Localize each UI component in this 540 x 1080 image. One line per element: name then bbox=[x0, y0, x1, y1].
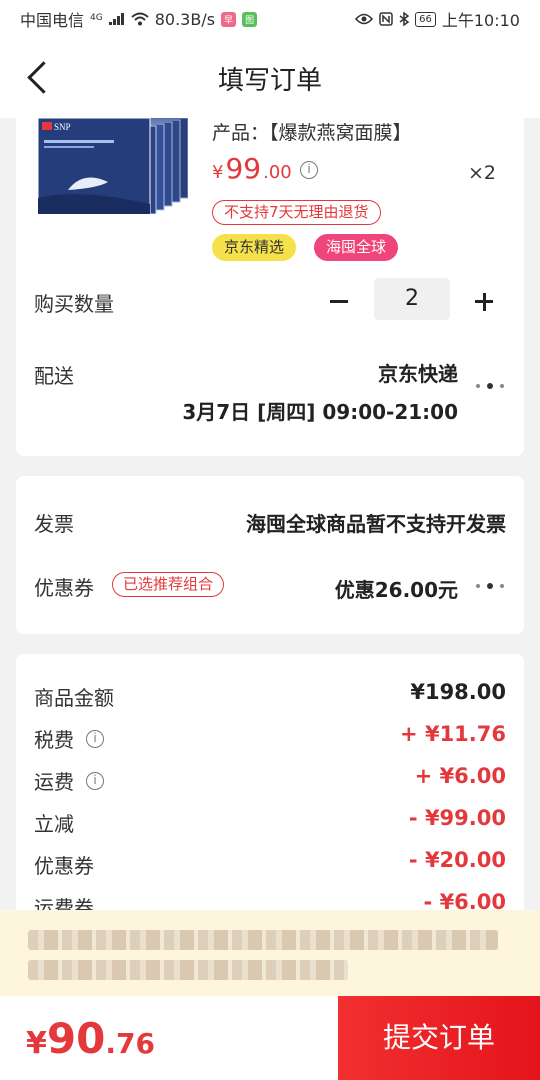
price-integer: 99 bbox=[225, 152, 262, 185]
wifi-icon bbox=[131, 12, 149, 26]
fee-row: 商品金额 ¥198.00 bbox=[16, 678, 524, 714]
carrier-name: 中国电信 bbox=[20, 11, 85, 30]
total-integer: 90 bbox=[46, 1014, 106, 1063]
quantity-decrement-button[interactable] bbox=[328, 284, 352, 320]
blurred-text bbox=[28, 960, 348, 980]
price-info-icon[interactable]: i bbox=[300, 161, 318, 179]
fee-label: 运费 bbox=[34, 770, 74, 794]
quantity-value[interactable]: 2 bbox=[374, 278, 450, 320]
shipping-label: 配送 bbox=[34, 364, 74, 388]
invoice-value: 海囤全球商品暂不支持开发票 bbox=[246, 512, 506, 536]
product-image: SNP bbox=[38, 118, 188, 214]
tax-info-icon[interactable]: i bbox=[86, 729, 104, 748]
notice-banner bbox=[0, 910, 540, 996]
app-notification-icon-2: 图 bbox=[242, 11, 258, 27]
price-symbol: ¥ bbox=[212, 162, 224, 183]
bottom-bar: ¥ 90 .76 提交订单 bbox=[0, 996, 540, 1080]
fee-label: 商品金额 bbox=[34, 686, 114, 710]
fee-value: - ¥20.00 bbox=[408, 848, 506, 872]
invoice-label: 发票 bbox=[34, 512, 74, 536]
battery-icon: 66 bbox=[415, 11, 436, 27]
more-icon[interactable] bbox=[474, 580, 508, 592]
quantity-label: 购买数量 bbox=[34, 292, 114, 316]
fee-row: 税费 i + ¥11.76 bbox=[16, 720, 524, 756]
fee-value: + ¥6.00 bbox=[414, 764, 506, 788]
network-speed: 80.3B/s bbox=[154, 9, 216, 29]
coupon-combo-tag: 已选推荐组合 bbox=[112, 572, 225, 597]
submit-order-button[interactable]: 提交订单 bbox=[338, 996, 540, 1080]
invoice-coupon-card: 发票 海囤全球商品暂不支持开发票 优惠券 已选推荐组合 优惠26.00元 bbox=[16, 476, 524, 634]
product-price: ¥ 99 .00 bbox=[212, 152, 292, 185]
jd-selected-tag: 京东精选 bbox=[212, 234, 297, 261]
more-icon[interactable] bbox=[474, 380, 508, 392]
app-notification-icon: 早 bbox=[221, 11, 237, 27]
blurred-text bbox=[28, 930, 498, 950]
eye-icon bbox=[355, 13, 374, 25]
global-shop-tag: 海囤全球 bbox=[314, 234, 399, 261]
fee-label: 优惠券 bbox=[34, 854, 94, 878]
status-bar: 中国电信 4G 80.3B/s 早 图 66 上午10:10 bbox=[0, 0, 540, 38]
page-header: 填写订单 bbox=[0, 38, 540, 118]
fee-label: 税费 bbox=[34, 728, 74, 752]
clock: 上午10:10 bbox=[441, 11, 520, 30]
fee-breakdown-card: 商品金额 ¥198.00 税费 i + ¥11.76 运费 i + ¥6.00 立减… bbox=[16, 654, 524, 924]
coupon-value[interactable]: 优惠26.00元 bbox=[335, 574, 458, 603]
total-decimal: .76 bbox=[105, 1027, 155, 1060]
fee-row: 立减 - ¥99.00 bbox=[16, 804, 524, 840]
page-title: 填写订单 bbox=[217, 66, 322, 96]
shipping-fee-info-icon[interactable]: i bbox=[86, 771, 104, 790]
quantity-multiplier: ×2 bbox=[467, 162, 496, 184]
price-decimal: .00 bbox=[263, 162, 292, 183]
nfc-icon bbox=[379, 12, 393, 26]
fee-label: 立减 bbox=[34, 812, 74, 836]
bluetooth-icon bbox=[399, 12, 410, 26]
fee-value: + ¥11.76 bbox=[400, 722, 506, 746]
fee-value: - ¥99.00 bbox=[408, 806, 506, 830]
quantity-increment-button[interactable] bbox=[472, 284, 496, 320]
fee-row: 运费 i + ¥6.00 bbox=[16, 762, 524, 798]
fee-value: ¥198.00 bbox=[410, 680, 506, 704]
network-type: 4G bbox=[90, 13, 103, 23]
product-card: SNP 产品：【爆款燕窝面膜】 ¥ 99 .00 i ×2 不支持7天无理由退货… bbox=[16, 118, 524, 456]
shipping-time[interactable]: 3月7日 [周四] 09:00-21:00 bbox=[182, 396, 458, 425]
total-symbol: ¥ bbox=[26, 1026, 47, 1061]
order-total: ¥ 90 .76 bbox=[26, 1014, 155, 1063]
fee-row: 优惠券 - ¥20.00 bbox=[16, 846, 524, 882]
signal-icon bbox=[108, 13, 125, 25]
product-brand: SNP bbox=[54, 122, 71, 132]
return-policy-tag: 不支持7天无理由退货 bbox=[212, 200, 381, 225]
product-name: 产品：【爆款燕窝面膜】 bbox=[212, 122, 412, 144]
coupon-label: 优惠券 bbox=[34, 576, 94, 600]
shipping-method[interactable]: 京东快递 bbox=[378, 358, 458, 387]
